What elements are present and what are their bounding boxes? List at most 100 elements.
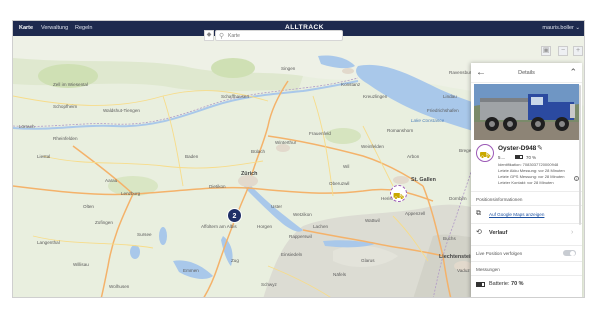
map-label: Lenzburg bbox=[121, 191, 141, 196]
map-cluster-marker[interactable]: 2 bbox=[227, 208, 242, 223]
map-label: Kreuzlingen bbox=[363, 94, 388, 99]
map-label: Lindau bbox=[443, 94, 457, 99]
meta-last-contact: Letzter Kontakt: vor 28 Minuten bbox=[498, 180, 554, 185]
nav-item-karte[interactable]: Karte bbox=[19, 25, 33, 31]
device-name: Oyster-D948 bbox=[498, 145, 537, 152]
map-label: Uster bbox=[271, 204, 282, 209]
map-label: Rapperswil bbox=[289, 234, 312, 239]
app-window: Karte Verwaltung Regeln ALLTRACK mauris.… bbox=[12, 20, 585, 298]
map-label: Lachen bbox=[313, 224, 329, 229]
map-label: Olten bbox=[83, 204, 94, 209]
map-label: St. Gallen bbox=[411, 177, 436, 183]
divider bbox=[471, 261, 582, 262]
battery-icon bbox=[515, 155, 523, 159]
collapse-chevron-icon[interactable]: ⌃ bbox=[569, 67, 577, 78]
map-search[interactable]: ⚲ bbox=[215, 30, 343, 41]
nav-item-regeln[interactable]: Regeln bbox=[75, 25, 92, 31]
divider bbox=[471, 245, 582, 246]
map-label: Konstanz bbox=[341, 82, 361, 87]
map-label: Einsiedeln bbox=[281, 252, 303, 257]
map-label: Weinfelden bbox=[361, 144, 384, 149]
map-label: Singen bbox=[281, 66, 296, 71]
battery-value: 70 % bbox=[511, 281, 524, 287]
panel-scrollbar[interactable] bbox=[579, 85, 581, 225]
truck-icon: ⛟ bbox=[479, 150, 491, 160]
map-label: Frauenfeld bbox=[309, 131, 331, 136]
map-label: Dornbirn bbox=[449, 196, 467, 201]
nav-item-verwaltung[interactable]: Verwaltung bbox=[41, 25, 68, 31]
truck-icon: ⛟ bbox=[392, 191, 405, 201]
map-label: Wolhusen bbox=[109, 284, 130, 289]
zoom-in-button[interactable]: + bbox=[573, 46, 583, 56]
map-label: Aarau bbox=[105, 178, 118, 183]
map-label: Liechtenstein bbox=[439, 254, 474, 260]
divider bbox=[471, 191, 582, 192]
map-label: Appenzell bbox=[405, 211, 426, 216]
locate-button[interactable]: ◆ bbox=[204, 30, 214, 41]
search-icon: ⚲ bbox=[219, 33, 225, 40]
divider bbox=[471, 275, 582, 276]
battery-measurement: Batterie: 70 % bbox=[489, 281, 524, 287]
map-layers-button[interactable]: ▣ bbox=[541, 46, 551, 56]
panel-header: ← Details ⌃ bbox=[471, 63, 582, 83]
external-link-icon: ⧉ bbox=[476, 210, 481, 217]
map-label: Wil bbox=[343, 164, 350, 169]
map-label: Wattwil bbox=[365, 218, 380, 223]
divider bbox=[471, 223, 582, 224]
live-position-label: Live Position verfolgen bbox=[476, 251, 523, 256]
map-label: Affoltern am Albis bbox=[201, 224, 237, 229]
map-label: Näfels bbox=[333, 272, 347, 277]
edit-pencil-icon[interactable]: ✎ bbox=[537, 144, 543, 152]
map-label: Sursee bbox=[137, 232, 152, 237]
details-panel: ← Details ⌃ ⛟ Oyster-D948 ✎ 5.... 70 % I… bbox=[471, 63, 582, 297]
map-label: Lörrach bbox=[19, 124, 35, 129]
verlauf-label: Verlauf bbox=[489, 230, 508, 236]
map-label: Zell im Wiesental bbox=[53, 82, 88, 87]
meta-battery-measure: Letzte Akku Messung: vor 28 Minuten bbox=[498, 168, 565, 173]
history-icon: ⟲ bbox=[476, 229, 482, 236]
map-label: Rheinfelden bbox=[53, 136, 78, 141]
map-label: Lake Constance bbox=[411, 118, 445, 123]
map-label: Horgen bbox=[257, 224, 273, 229]
map-label: Winterthur bbox=[275, 140, 297, 145]
map-label: Dietikon bbox=[209, 184, 226, 189]
meta-identification: Identifikation: 7083037720000948 bbox=[498, 162, 559, 167]
map-label: Wetzikon bbox=[293, 212, 312, 217]
meta-gps-measure: Letzte GPS Messung: vor 28 Minuten bbox=[498, 174, 565, 179]
device-avatar: ⛟ bbox=[476, 144, 494, 162]
map-label: Schopfheim bbox=[53, 104, 78, 109]
map-label: Bülach bbox=[251, 149, 266, 154]
section-measurements: Messungen bbox=[476, 267, 500, 272]
divider bbox=[471, 205, 582, 206]
map-label: Schwyz bbox=[261, 282, 277, 287]
map-label: Friedrichshafen bbox=[427, 108, 459, 113]
map-label: Zürich bbox=[241, 171, 258, 177]
map-label: Arbon bbox=[407, 154, 420, 159]
map-label: Vaduz bbox=[457, 268, 470, 273]
battery-percent: 70 % bbox=[526, 155, 537, 160]
map-label: Schaffhausen bbox=[221, 94, 250, 99]
map-label: Oberuzwil bbox=[329, 181, 350, 186]
zoom-out-button[interactable]: − bbox=[558, 46, 568, 56]
signal-indicator: 5.... bbox=[498, 155, 506, 160]
search-input[interactable] bbox=[228, 32, 338, 40]
section-positions: Positionsinformationen bbox=[476, 197, 523, 202]
panel-title: Details bbox=[518, 70, 535, 76]
map-label: Willisau bbox=[73, 262, 89, 267]
map-label: Waldshut-Tiengen bbox=[103, 108, 140, 113]
user-menu[interactable]: mauris.boller ⌄ bbox=[542, 25, 580, 31]
map-label: Zug bbox=[231, 258, 239, 263]
device-photo bbox=[474, 84, 579, 140]
device-marker[interactable]: ⛟ bbox=[390, 185, 407, 202]
battery-label: Batterie: bbox=[489, 281, 510, 287]
chevron-right-icon[interactable]: › bbox=[571, 229, 573, 236]
battery-icon bbox=[476, 282, 485, 287]
live-position-toggle[interactable] bbox=[563, 250, 576, 256]
map-label: Langenthal bbox=[37, 240, 60, 245]
map-label: Buchs bbox=[443, 236, 456, 241]
map-label: Zofingen bbox=[95, 220, 113, 225]
map-label: Baden bbox=[185, 154, 199, 159]
map-label: Glarus bbox=[361, 258, 375, 263]
google-maps-link[interactable]: Auf Google Maps anzeigen bbox=[489, 212, 544, 217]
map-label: Romanshorn bbox=[387, 128, 414, 133]
